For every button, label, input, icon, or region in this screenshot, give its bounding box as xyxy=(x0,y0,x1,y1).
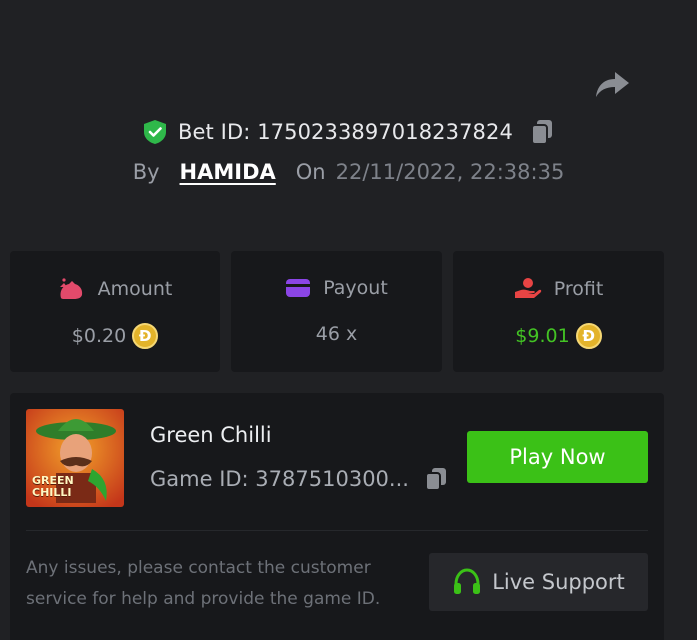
bet-datetime: 22/11/2022, 22:38:35 xyxy=(335,160,565,184)
username-link[interactable]: HAMIDA xyxy=(180,160,276,184)
payout-value: 46 x xyxy=(315,323,358,345)
game-thumb-title: GREEN CHILLI xyxy=(32,474,74,499)
wallet-card-icon xyxy=(286,279,311,297)
amount-card: Amount $0.20 Ð xyxy=(10,251,220,372)
bet-id-row: Bet ID: 1750233897018237824 xyxy=(0,118,697,146)
on-label: On xyxy=(295,160,326,184)
bettor-row: By HAMIDA On 22/11/2022, 22:38:35 xyxy=(0,160,697,184)
doge-coin-icon: Ð xyxy=(575,323,602,349)
shield-check-icon xyxy=(144,120,167,144)
hand-profit-icon xyxy=(514,278,541,298)
amount-value: $0.20 xyxy=(71,325,127,347)
amount-label: Amount xyxy=(97,278,173,300)
live-support-button[interactable]: Live Support xyxy=(429,553,648,611)
play-now-button[interactable]: Play Now xyxy=(467,431,648,483)
game-thumbnail[interactable]: GREEN CHILLI xyxy=(26,409,124,507)
divider xyxy=(26,530,648,531)
share-icon[interactable] xyxy=(593,68,631,100)
copy-icon[interactable] xyxy=(529,118,555,146)
game-name: Green Chilli xyxy=(150,423,272,447)
game-id: Game ID: 3787510300... xyxy=(150,467,409,491)
game-panel: GREEN CHILLI Green Chilli Game ID: 37875… xyxy=(10,393,664,640)
profit-card: Profit $9.01 Ð xyxy=(453,251,664,372)
live-support-label: Live Support xyxy=(492,570,625,594)
bet-id-text: Bet ID: 1750233897018237824 xyxy=(178,120,513,144)
profit-label: Profit xyxy=(553,278,604,300)
doge-coin-icon: Ð xyxy=(132,323,159,349)
by-label: By xyxy=(132,160,160,184)
headset-icon xyxy=(454,568,481,594)
money-bag-icon xyxy=(59,278,82,299)
support-hint-text: Any issues, please contact the customer … xyxy=(26,558,381,609)
payout-card: Payout 46 x xyxy=(231,251,442,372)
profit-value: $9.01 xyxy=(515,325,570,347)
payout-label: Payout xyxy=(323,277,388,299)
copy-icon[interactable] xyxy=(424,466,448,492)
